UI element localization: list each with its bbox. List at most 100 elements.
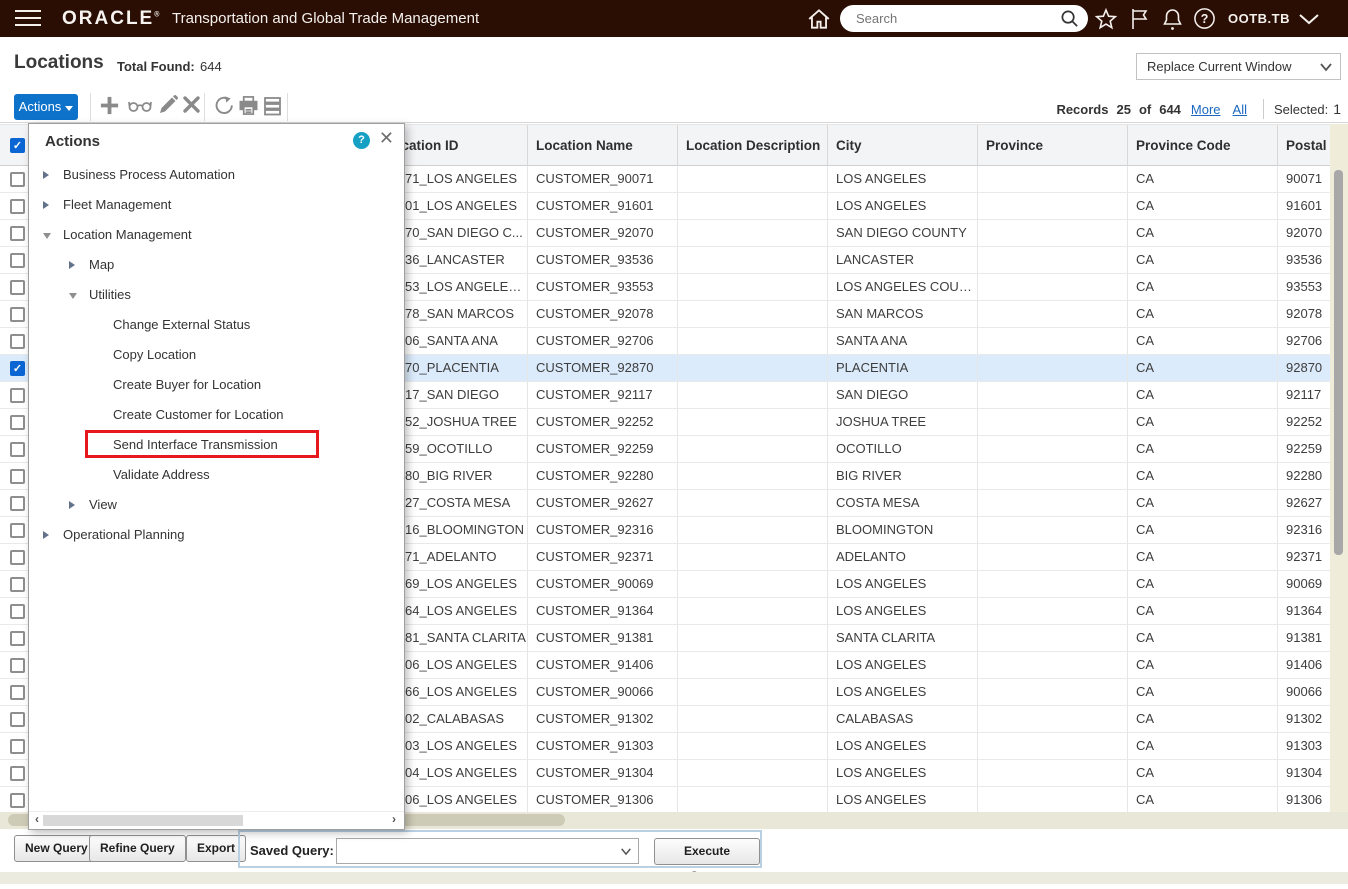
menu-item-view[interactable]: View (29, 490, 404, 520)
column-header-name[interactable]: Location Name (527, 125, 677, 167)
menu-item-copy-location[interactable]: Copy Location (29, 340, 404, 370)
saved-query-select[interactable] (336, 838, 639, 864)
menu-item-send-interface-transmission[interactable]: Send Interface Transmission (29, 430, 404, 460)
column-header-province[interactable]: Province (977, 125, 1127, 167)
menu-item-label: Create Buyer for Location (113, 370, 261, 400)
new-query-button[interactable]: New Query (14, 835, 99, 862)
cell-province (977, 733, 1127, 759)
actions-button[interactable]: Actions (14, 94, 78, 120)
popup-horizontal-scrollbar[interactable]: ‹ › (29, 811, 404, 827)
row-checkbox[interactable] (10, 442, 25, 457)
cell-desc (677, 220, 827, 246)
expand-arrow-icon[interactable] (43, 531, 49, 539)
row-checkbox[interactable] (10, 388, 25, 403)
row-checkbox[interactable] (10, 415, 25, 430)
menu-item-label: Validate Address (113, 460, 210, 490)
cell-province (977, 679, 1127, 705)
menu-item-map[interactable]: Map (29, 250, 404, 280)
menu-item-location-management[interactable]: Location Management (29, 220, 404, 250)
select-all-checkbox[interactable]: ✓ (10, 138, 25, 153)
window-mode-select[interactable]: Replace Current Window (1136, 53, 1341, 80)
search-input[interactable] (856, 9, 1046, 28)
row-checkbox[interactable] (10, 766, 25, 781)
row-checkbox[interactable] (10, 793, 25, 808)
row-checkbox[interactable] (10, 307, 25, 322)
print-icon[interactable] (238, 95, 259, 116)
vertical-scrollbar[interactable] (1330, 124, 1348, 812)
menu-item-fleet-management[interactable]: Fleet Management (29, 190, 404, 220)
row-checkbox[interactable] (10, 631, 25, 646)
row-checkbox[interactable] (10, 280, 25, 295)
row-checkbox[interactable] (10, 658, 25, 673)
expand-arrow-icon[interactable] (69, 501, 75, 509)
column-header-code[interactable]: Province Code (1127, 125, 1277, 167)
edit-pencil-icon[interactable] (158, 95, 178, 115)
scroll-left-icon[interactable]: ‹ (35, 812, 39, 826)
popup-close-icon[interactable]: ✕ (379, 128, 394, 149)
menu-item-create-customer-for-location[interactable]: Create Customer for Location (29, 400, 404, 430)
expand-arrow-icon[interactable] (43, 171, 49, 179)
menu-item-create-buyer-for-location[interactable]: Create Buyer for Location (29, 370, 404, 400)
row-checkbox[interactable] (10, 550, 25, 565)
popup-scrollbar-thumb[interactable] (43, 815, 243, 826)
row-checkbox[interactable] (10, 172, 25, 187)
refine-query-button[interactable]: Refine Query (89, 835, 186, 862)
cell-desc (677, 301, 827, 327)
cell-name: CUSTOMER_91303 (527, 733, 677, 759)
row-checkbox[interactable] (10, 334, 25, 349)
expand-arrow-icon[interactable] (69, 261, 75, 269)
more-link[interactable]: More (1191, 102, 1221, 117)
scroll-right-icon[interactable]: › (392, 812, 396, 826)
column-header-desc[interactable]: Location Description (677, 125, 827, 167)
expand-arrow-icon[interactable] (43, 201, 49, 209)
user-menu[interactable]: OOTB.TB (1228, 11, 1290, 26)
search-icon[interactable] (1060, 9, 1079, 28)
global-search (840, 5, 1088, 32)
cell-city: JOSHUA TREE (827, 409, 977, 435)
add-icon[interactable] (99, 95, 120, 116)
list-rows-icon[interactable] (263, 95, 282, 116)
row-checkbox[interactable] (10, 496, 25, 511)
cell-code: CA (1127, 652, 1277, 678)
row-checkbox[interactable] (10, 199, 25, 214)
row-checkbox[interactable] (10, 469, 25, 484)
all-link[interactable]: All (1233, 102, 1247, 117)
menu-item-business-process-automation[interactable]: Business Process Automation (29, 160, 404, 190)
cell-city: SAN DIEGO (827, 382, 977, 408)
cell-province (977, 544, 1127, 570)
collapse-arrow-icon[interactable] (43, 233, 51, 239)
chevron-down-icon[interactable] (1297, 12, 1321, 26)
favorites-star-icon[interactable] (1094, 7, 1118, 31)
row-checkbox[interactable]: ✓ (10, 361, 25, 376)
menu-item-change-external-status[interactable]: Change External Status (29, 310, 404, 340)
row-checkbox[interactable] (10, 604, 25, 619)
vertical-scrollbar-thumb[interactable] (1334, 170, 1343, 555)
row-checkbox[interactable] (10, 712, 25, 727)
help-icon[interactable]: ? (1193, 7, 1216, 30)
flag-icon[interactable] (1129, 7, 1151, 31)
execute-query-button[interactable]: Execute Query (654, 838, 760, 865)
hamburger-menu-icon[interactable] (15, 10, 41, 26)
row-checkbox[interactable] (10, 739, 25, 754)
row-checkbox[interactable] (10, 523, 25, 538)
cell-province (977, 760, 1127, 786)
cell-code: CA (1127, 544, 1277, 570)
home-icon[interactable] (806, 6, 832, 32)
refresh-icon[interactable] (213, 95, 234, 116)
row-checkbox[interactable] (10, 577, 25, 592)
popup-help-icon[interactable]: ? (353, 132, 370, 149)
menu-item-operational-planning[interactable]: Operational Planning (29, 520, 404, 550)
view-glasses-icon[interactable] (128, 99, 152, 113)
delete-x-icon[interactable] (182, 95, 201, 114)
collapse-arrow-icon[interactable] (69, 293, 77, 299)
row-checkbox[interactable] (10, 226, 25, 241)
menu-item-label: Create Customer for Location (113, 400, 284, 430)
column-header-city[interactable]: City (827, 125, 977, 167)
cell-name: CUSTOMER_93553 (527, 274, 677, 300)
export-button[interactable]: Export (186, 835, 246, 862)
notifications-bell-icon[interactable] (1161, 7, 1184, 32)
row-checkbox[interactable] (10, 253, 25, 268)
row-checkbox[interactable] (10, 685, 25, 700)
menu-item-utilities[interactable]: Utilities (29, 280, 404, 310)
menu-item-validate-address[interactable]: Validate Address (29, 460, 404, 490)
